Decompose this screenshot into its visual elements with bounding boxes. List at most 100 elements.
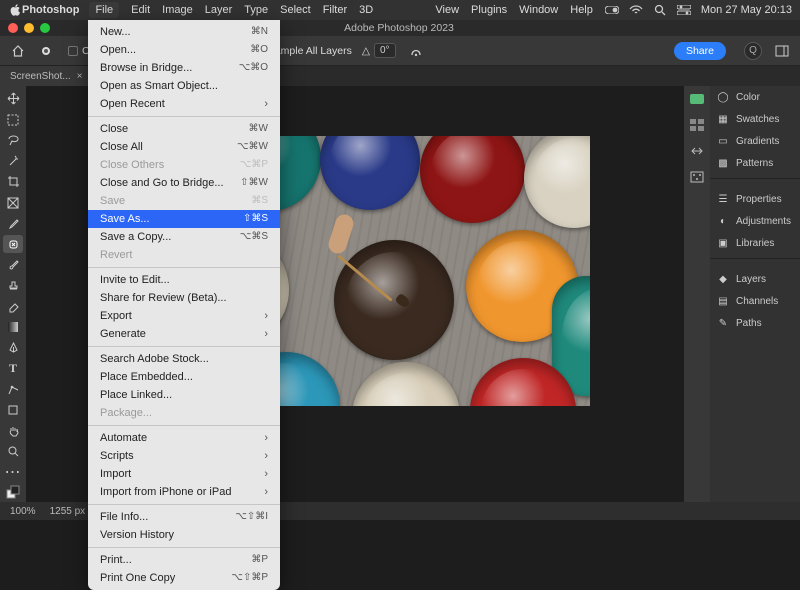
menu-item-search-adobe-stock[interactable]: Search Adobe Stock... <box>88 350 280 368</box>
type-tool-icon[interactable]: T <box>3 360 23 378</box>
menu-item-open-recent[interactable]: Open Recent <box>88 95 280 113</box>
menu-type[interactable]: Type <box>244 4 268 16</box>
panel-patterns[interactable]: ▩Patterns <box>710 152 800 174</box>
menu-item-browse-in-bridge[interactable]: Browse in Bridge...⌥⌘O <box>88 59 280 77</box>
traffic-close[interactable] <box>8 23 18 33</box>
menu-file[interactable]: File <box>89 2 119 18</box>
panel-libraries[interactable]: ▣Libraries <box>710 232 800 254</box>
menu-item-scripts[interactable]: Scripts <box>88 447 280 465</box>
path-tool-icon[interactable] <box>3 380 23 398</box>
menu-3d[interactable]: 3D <box>359 4 373 16</box>
menu-filter[interactable]: Filter <box>323 4 347 16</box>
libraries-icon: ▣ <box>716 236 730 250</box>
menu-item-share-for-review-beta[interactable]: Share for Review (Beta)... <box>88 289 280 307</box>
menu-window[interactable]: Window <box>519 4 558 16</box>
panel-properties[interactable]: ☰Properties <box>710 188 800 210</box>
toggle-icon[interactable] <box>605 3 619 17</box>
angle-field[interactable]: 0° <box>374 43 396 58</box>
move-tool-icon[interactable] <box>3 90 23 108</box>
apple-icon[interactable] <box>8 3 22 17</box>
menu-item-print[interactable]: Print...⌘P <box>88 551 280 569</box>
marquee-tool-icon[interactable] <box>3 111 23 129</box>
menu-help[interactable]: Help <box>570 4 593 16</box>
panel-layers[interactable]: ◆Layers <box>710 268 800 290</box>
angle-icon: △ <box>362 45 370 57</box>
swatches-icon: ▦ <box>716 112 730 126</box>
menu-image[interactable]: Image <box>162 4 193 16</box>
eyedropper-tool-icon[interactable] <box>3 214 23 232</box>
menu-item-save-a-copy[interactable]: Save a Copy...⌥⌘S <box>88 228 280 246</box>
share-button[interactable]: Share <box>674 42 726 60</box>
lasso-tool-icon[interactable] <box>3 131 23 149</box>
menu-item-generate[interactable]: Generate <box>88 325 280 343</box>
stamp-tool-icon[interactable] <box>3 277 23 295</box>
eraser-tool-icon[interactable] <box>3 297 23 315</box>
swap-colors-icon[interactable] <box>3 484 23 502</box>
menu-item-close-all[interactable]: Close All⌥⌘W <box>88 138 280 156</box>
menu-item-save-as[interactable]: Save As...⇧⌘S <box>88 210 280 228</box>
menu-item-new[interactable]: New...⌘N <box>88 23 280 41</box>
menu-item-place-embedded[interactable]: Place Embedded... <box>88 368 280 386</box>
status-zoom[interactable]: 100% <box>10 506 36 517</box>
home-icon[interactable] <box>8 41 28 61</box>
channels-icon: ▤ <box>716 294 730 308</box>
frame-tool-icon[interactable] <box>3 194 23 212</box>
traffic-minimize[interactable] <box>24 23 34 33</box>
create-texture-checkbox[interactable] <box>68 46 78 56</box>
panel-channels[interactable]: ▤Channels <box>710 290 800 312</box>
color-panel-icon[interactable] <box>688 90 706 108</box>
menu-item-invite-to-edit[interactable]: Invite to Edit... <box>88 271 280 289</box>
right-panel: ◯Color ▦Swatches ▭Gradients ▩Patterns ☰P… <box>710 86 800 502</box>
menu-item-close[interactable]: Close⌘W <box>88 120 280 138</box>
menubar-clock[interactable]: Mon 27 May 20:13 <box>701 4 792 16</box>
shape-tool-icon[interactable] <box>3 401 23 419</box>
color-icon: ◯ <box>716 90 730 104</box>
search-icon[interactable] <box>653 3 667 17</box>
gradients-panel-icon[interactable] <box>688 142 706 160</box>
document-tab[interactable]: ScreenShot...× <box>0 66 92 86</box>
more-tool-icon[interactable]: ⋯ <box>3 463 23 481</box>
panel-swatches[interactable]: ▦Swatches <box>710 108 800 130</box>
menu-item-place-linked[interactable]: Place Linked... <box>88 386 280 404</box>
wand-tool-icon[interactable] <box>3 152 23 170</box>
tool-preset[interactable] <box>38 41 58 61</box>
menu-item-import[interactable]: Import <box>88 465 280 483</box>
swatches-panel-icon[interactable] <box>688 116 706 134</box>
panel-adjustments[interactable]: ◐Adjustments <box>710 210 800 232</box>
sample-all-label: Sample All Layers <box>268 45 352 57</box>
menu-select[interactable]: Select <box>280 4 311 16</box>
panel-gradients[interactable]: ▭Gradients <box>710 130 800 152</box>
menu-item-import-from-iphone-or-ipad[interactable]: Import from iPhone or iPad <box>88 483 280 501</box>
zoom-tool-icon[interactable] <box>3 442 23 460</box>
menu-item-file-info[interactable]: File Info...⌥⇧⌘I <box>88 508 280 526</box>
menu-item-close-and-go-to-bridge[interactable]: Close and Go to Bridge...⇧⌘W <box>88 174 280 192</box>
menu-plugins[interactable]: Plugins <box>471 4 507 16</box>
menu-item-version-history[interactable]: Version History <box>88 526 280 544</box>
traffic-zoom[interactable] <box>40 23 50 33</box>
menu-item-open-as-smart-object[interactable]: Open as Smart Object... <box>88 77 280 95</box>
pressure-icon[interactable] <box>406 41 426 61</box>
crop-tool-icon[interactable] <box>3 173 23 191</box>
healing-tool-icon[interactable] <box>3 235 23 253</box>
close-icon[interactable]: × <box>77 71 83 82</box>
search-app-icon[interactable]: Q <box>744 42 762 60</box>
brush-tool-icon[interactable] <box>3 256 23 274</box>
menu-item-print-one-copy[interactable]: Print One Copy⌥⇧⌘P <box>88 569 280 587</box>
menu-item-open[interactable]: Open...⌘O <box>88 41 280 59</box>
menu-item-export[interactable]: Export <box>88 307 280 325</box>
panel-color[interactable]: ◯Color <box>710 86 800 108</box>
pen-tool-icon[interactable] <box>3 339 23 357</box>
patterns-panel-icon[interactable] <box>688 168 706 186</box>
hand-tool-icon[interactable] <box>3 422 23 440</box>
menu-item-automate[interactable]: Automate <box>88 429 280 447</box>
panel-paths[interactable]: ✎Paths <box>710 312 800 334</box>
gradient-tool-icon[interactable] <box>3 318 23 336</box>
app-name[interactable]: Photoshop <box>22 4 79 16</box>
menu-layer[interactable]: Layer <box>205 4 233 16</box>
menu-item-package: Package... <box>88 404 280 422</box>
control-center-icon[interactable] <box>677 3 691 17</box>
wifi-icon[interactable] <box>629 3 643 17</box>
workspace-icon[interactable] <box>772 41 792 61</box>
menu-edit[interactable]: Edit <box>131 4 150 16</box>
menu-view[interactable]: View <box>435 4 459 16</box>
